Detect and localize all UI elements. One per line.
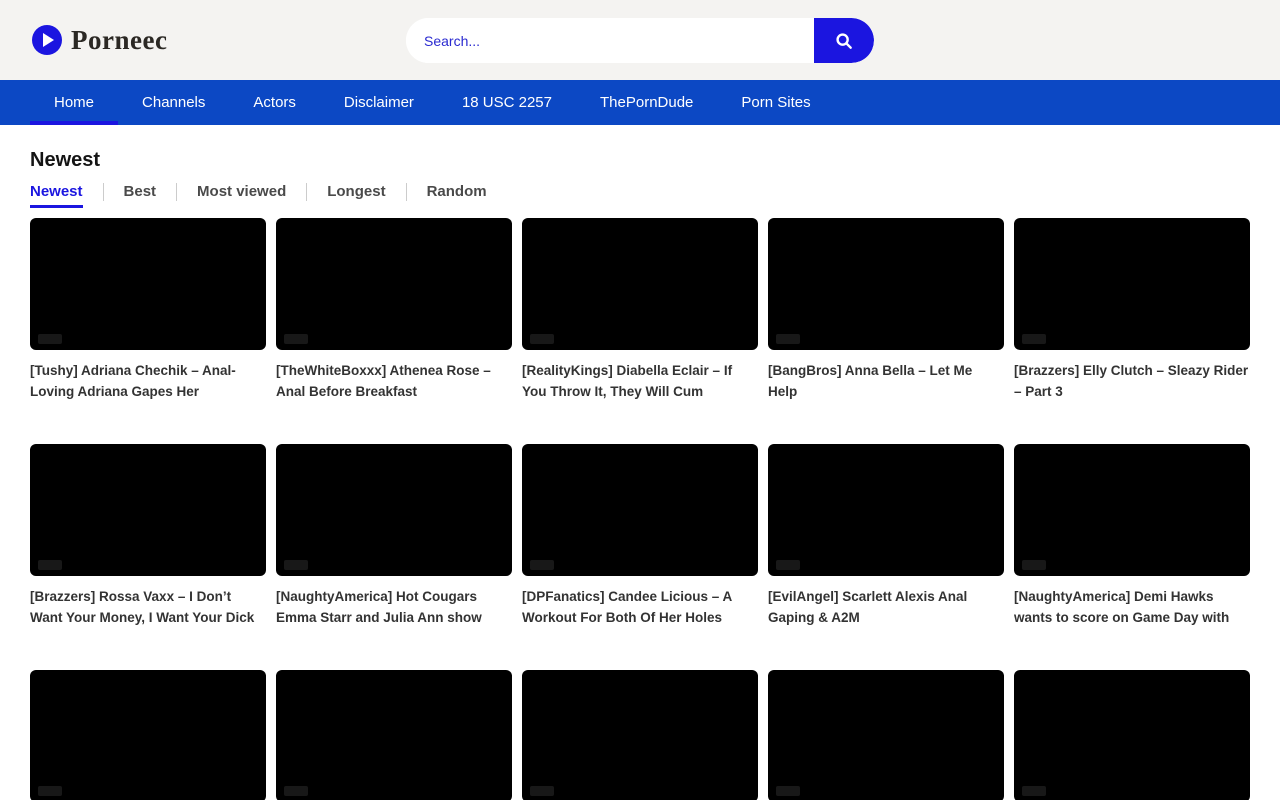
video-thumbnail[interactable] [768,444,1004,576]
tab-newest[interactable]: Newest [30,183,103,207]
duration-badge [284,334,308,344]
nav-item-disclaimer[interactable]: Disclaimer [320,80,438,125]
video-card[interactable] [768,670,1004,800]
video-card[interactable]: [TheWhiteBoxxx] Athenea Rose – Anal Befo… [276,218,512,402]
site-logo-text: Porneec [71,25,167,56]
video-title[interactable]: [Brazzers] Elly Clutch – Sleazy Rider – … [1014,360,1250,402]
duration-badge [530,560,554,570]
search-input[interactable] [406,18,814,63]
video-thumbnail[interactable] [30,218,266,350]
play-icon [32,25,62,55]
video-thumbnail[interactable] [30,444,266,576]
video-thumbnail[interactable] [522,670,758,800]
site-logo[interactable]: Porneec [32,25,167,56]
video-thumbnail[interactable] [1014,218,1250,350]
nav-item-home[interactable]: Home [30,80,118,125]
nav-list: Home Channels Actors Disclaimer 18 USC 2257 T… [0,80,1280,125]
video-card[interactable] [522,670,758,800]
video-card[interactable]: [EvilAngel] Scarlett Alexis Anal Gaping … [768,444,1004,628]
video-card[interactable]: [BangBros] Anna Bella – Let Me Help [768,218,1004,402]
nav-item-actors[interactable]: Actors [229,80,320,125]
video-card[interactable] [30,670,266,800]
video-grid: [Tushy] Adriana Chechik – Anal-Loving Ad… [0,218,1280,800]
video-thumbnail[interactable] [1014,444,1250,576]
tab-label: Longest [327,183,385,205]
video-title[interactable]: [EvilAngel] Scarlett Alexis Anal Gaping … [768,586,1004,628]
nav-item-18-usc-2257[interactable]: 18 USC 2257 [438,80,576,125]
nav-item-label: Home [54,94,94,111]
video-thumbnail[interactable] [276,444,512,576]
page-title: Newest [30,149,1250,172]
video-title[interactable]: [Tushy] Adriana Chechik – Anal-Loving Ad… [30,360,266,402]
search-icon [833,30,855,52]
video-thumbnail[interactable] [276,670,512,800]
video-card[interactable] [1014,670,1250,800]
duration-badge [1022,786,1046,796]
tab-longest[interactable]: Longest [307,183,405,207]
video-card[interactable]: [Tushy] Adriana Chechik – Anal-Loving Ad… [30,218,266,402]
tab-best[interactable]: Best [104,183,177,207]
nav-item-porn-sites[interactable]: Porn Sites [717,80,834,125]
nav-item-theporndude[interactable]: ThePornDude [576,80,717,125]
duration-badge [776,334,800,344]
nav-item-label: Channels [142,94,205,111]
duration-badge [38,334,62,344]
tab-most-viewed[interactable]: Most viewed [177,183,306,207]
video-title[interactable]: [BangBros] Anna Bella – Let Me Help [768,360,1004,402]
video-thumbnail[interactable] [522,444,758,576]
tab-label: Newest [30,183,83,208]
duration-badge [530,334,554,344]
nav-item-label: ThePornDude [600,94,693,111]
video-card[interactable]: [Brazzers] Rossa Vaxx – I Don’t Want You… [30,444,266,628]
video-title[interactable]: [DPFanatics] Candee Licious – A Workout … [522,586,758,628]
main-nav: Home Channels Actors Disclaimer 18 USC 2257 T… [0,80,1280,125]
nav-item-label: 18 USC 2257 [462,94,552,111]
nav-item-label: Porn Sites [741,94,810,111]
nav-item-label: Actors [253,94,296,111]
duration-badge [776,786,800,796]
video-card[interactable]: [Brazzers] Elly Clutch – Sleazy Rider – … [1014,218,1250,402]
duration-badge [38,786,62,796]
video-card[interactable] [276,670,512,800]
duration-badge [1022,334,1046,344]
duration-badge [284,786,308,796]
nav-item-label: Disclaimer [344,94,414,111]
duration-badge [1022,560,1046,570]
search-bar [406,18,874,63]
tab-label: Best [124,183,157,205]
site-header: Porneec [0,0,1280,80]
sort-tabs: Newest Best Most viewed Longest Random [30,183,1250,207]
duration-badge [530,786,554,796]
video-thumbnail[interactable] [276,218,512,350]
video-thumbnail[interactable] [1014,670,1250,800]
video-title[interactable]: [Brazzers] Rossa Vaxx – I Don’t Want You… [30,586,266,628]
video-thumbnail[interactable] [30,670,266,800]
tab-label: Most viewed [197,183,286,205]
video-thumbnail[interactable] [522,218,758,350]
video-title[interactable]: [TheWhiteBoxxx] Athenea Rose – Anal Befo… [276,360,512,402]
video-card[interactable]: [NaughtyAmerica] Hot Cougars Emma Starr … [276,444,512,628]
video-title[interactable]: [NaughtyAmerica] Hot Cougars Emma Starr … [276,586,512,628]
duration-badge [776,560,800,570]
main-content: Newest Newest Best Most viewed Longest Rando… [0,149,1280,800]
video-title[interactable]: [NaughtyAmerica] Demi Hawks wants to sco… [1014,586,1250,628]
video-thumbnail[interactable] [768,670,1004,800]
tab-label: Random [427,183,487,205]
video-title[interactable]: [RealityKings] Diabella Eclair – If You … [522,360,758,402]
video-card[interactable]: [RealityKings] Diabella Eclair – If You … [522,218,758,402]
video-card[interactable]: [NaughtyAmerica] Demi Hawks wants to sco… [1014,444,1250,628]
video-card[interactable]: [DPFanatics] Candee Licious – A Workout … [522,444,758,628]
nav-item-channels[interactable]: Channels [118,80,229,125]
duration-badge [38,560,62,570]
tab-random[interactable]: Random [407,183,507,207]
search-button[interactable] [814,18,874,63]
duration-badge [284,560,308,570]
video-thumbnail[interactable] [768,218,1004,350]
